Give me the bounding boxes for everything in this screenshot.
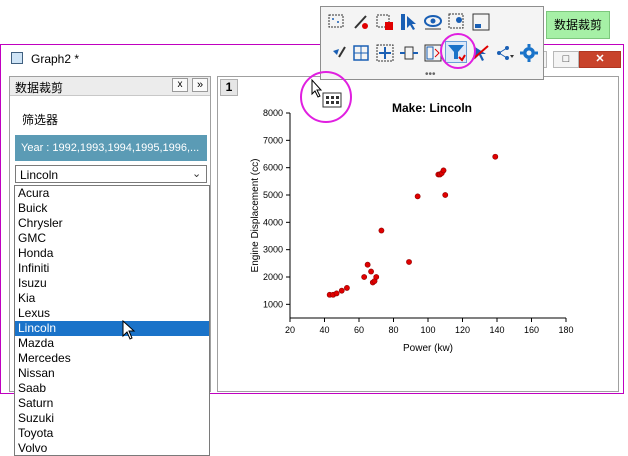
chart-title: Make: Lincoln	[392, 101, 472, 115]
make-option-suzuki[interactable]: Suzuki	[15, 411, 209, 426]
make-option-buick[interactable]: Buick	[15, 201, 209, 216]
make-option-lincoln[interactable]: Lincoln	[15, 321, 209, 336]
show-icon[interactable]	[423, 12, 443, 32]
make-option-gmc[interactable]: GMC	[15, 231, 209, 246]
arrow-brush-icon[interactable]	[327, 43, 347, 63]
x-tick-label: 60	[354, 325, 364, 335]
x-tick-label: 180	[558, 325, 573, 335]
make-option-chrysler[interactable]: Chrysler	[15, 216, 209, 231]
make-dropdown-list: Acura Buick Chrysler GMC Honda Infiniti Isuzu K…	[14, 185, 210, 456]
scale-icon[interactable]	[399, 43, 419, 63]
drag-cursor-icon	[311, 78, 342, 108]
y-axis-label: Engine Displacement (cc)	[250, 159, 261, 273]
make-option-acura[interactable]: Acura	[15, 186, 209, 201]
maximize-button[interactable]: □	[553, 51, 579, 68]
data-point	[368, 268, 374, 275]
make-option-toyota[interactable]: Toyota	[15, 426, 209, 441]
make-option-mercedes[interactable]: Mercedes	[15, 351, 209, 366]
data-point	[361, 274, 368, 280]
x-tick-label: 160	[524, 325, 539, 335]
data-point	[414, 193, 421, 200]
zoom-icon[interactable]	[471, 12, 491, 32]
make-option-mazda[interactable]: Mazda	[15, 336, 209, 351]
close-button[interactable]: ✕	[579, 51, 621, 68]
select-data-icon[interactable]	[375, 12, 395, 32]
make-option-isuzu[interactable]: Isuzu	[15, 276, 209, 291]
pointer-icon[interactable]	[399, 12, 419, 32]
mouse-cursor-icon	[122, 320, 136, 340]
year-filter-item[interactable]: Year : 1992,1993,1994,1995,1996,...	[15, 135, 207, 161]
panel-title: 数据裁剪	[15, 81, 64, 95]
data-point	[333, 290, 340, 297]
data-point	[442, 192, 449, 198]
dropdown-icon[interactable]	[495, 43, 515, 63]
y-tick-label: 1000	[263, 299, 283, 309]
y-tick-label: 6000	[263, 163, 283, 173]
x-tick-label: 80	[388, 325, 398, 335]
x-tick-label: 20	[285, 325, 295, 335]
make-option-lexus[interactable]: Lexus	[15, 306, 209, 321]
move-icon[interactable]	[375, 43, 395, 63]
select-region-icon[interactable]	[327, 12, 347, 32]
scatter-plot: 20 40 60 80 100 120 140 160 180 1000 2000 3000 4000 5…	[250, 101, 574, 354]
window-title: Graph2 *	[31, 52, 80, 66]
panel-close-button[interactable]: x	[172, 78, 188, 92]
filter-highlight-ring	[440, 33, 476, 69]
make-select-value: Lincoln	[20, 168, 59, 182]
data-point	[440, 167, 447, 174]
make-option-volvo[interactable]: Volvo	[15, 441, 209, 456]
data-point	[338, 287, 345, 294]
edit-brush-icon[interactable]	[351, 12, 371, 32]
data-clip-button[interactable]: 数据裁剪	[546, 11, 610, 39]
y-tick-label: 2000	[263, 272, 283, 282]
x-tick-label: 40	[319, 325, 329, 335]
x-tick-label: 120	[455, 325, 470, 335]
chevron-down-icon: ⌄	[192, 168, 202, 180]
make-option-kia[interactable]: Kia	[15, 291, 209, 306]
data-point	[406, 259, 412, 265]
y-tick-label: 3000	[263, 245, 283, 255]
data-point	[492, 153, 499, 160]
make-option-honda[interactable]: Honda	[15, 246, 209, 261]
make-option-nissan[interactable]: Nissan	[15, 366, 209, 381]
reader-icon[interactable]	[447, 12, 467, 32]
settings-icon[interactable]	[519, 43, 539, 63]
x-axis-label: Power (kw)	[403, 343, 453, 354]
make-select[interactable]: Lincoln ⌄	[15, 165, 207, 183]
graph-app-icon	[11, 52, 23, 64]
data-point	[344, 285, 350, 291]
x-tick-label: 140	[489, 325, 504, 335]
y-tick-label: 5000	[263, 190, 283, 200]
x-tick-label: 100	[420, 325, 435, 335]
filter-label: 筛选器	[22, 113, 59, 127]
mini-toolbar: •••	[320, 6, 544, 80]
y-tick-label: 4000	[263, 217, 283, 227]
make-option-saab[interactable]: Saab	[15, 381, 209, 396]
panel-expand-button[interactable]: »	[192, 78, 208, 92]
make-option-saturn[interactable]: Saturn	[15, 396, 209, 411]
data-point	[378, 227, 385, 234]
grid-icon[interactable]	[351, 43, 371, 63]
graph-page: 1 20 40 60 80 100 120 140 160 180 1000 2000 3000 400…	[217, 76, 619, 392]
y-tick-label: 8000	[263, 108, 283, 118]
panel-header: 数据裁剪 x »	[10, 77, 210, 96]
data-point	[373, 274, 380, 280]
make-option-infiniti[interactable]: Infiniti	[15, 261, 209, 276]
y-tick-label: 7000	[263, 135, 283, 145]
toolbar-grip[interactable]: •••	[425, 69, 436, 80]
data-point	[364, 261, 371, 268]
